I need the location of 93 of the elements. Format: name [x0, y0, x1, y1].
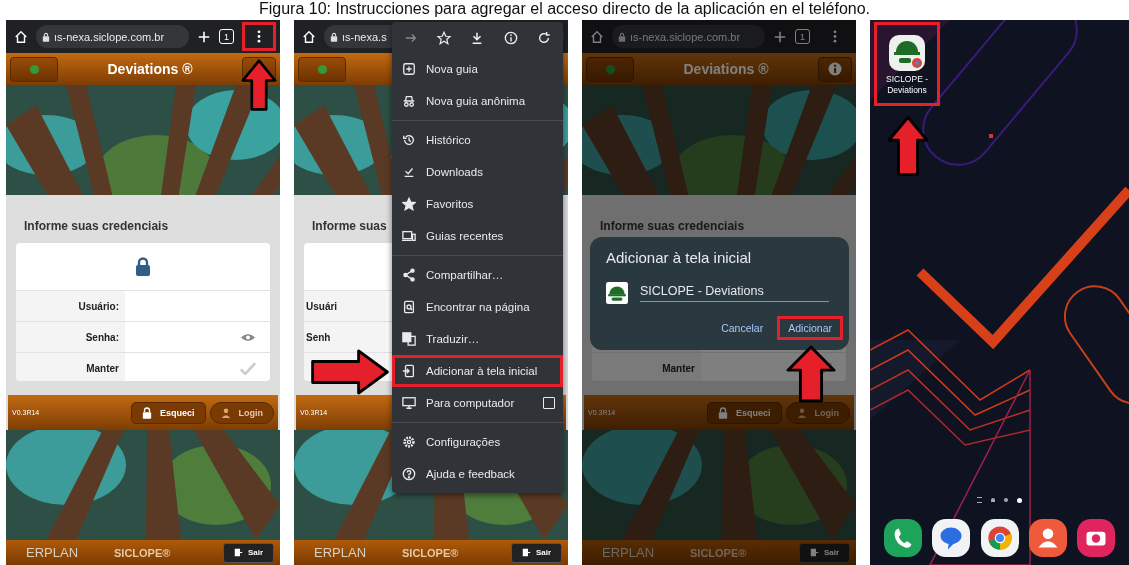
- tab-switcher-button[interactable]: 1: [219, 29, 234, 44]
- lock-icon: [618, 31, 626, 42]
- menu-item[interactable]: Downloads: [392, 156, 563, 188]
- info-icon[interactable]: [503, 30, 518, 45]
- status-dot-icon: [316, 63, 328, 75]
- desktop-icon: [402, 396, 416, 410]
- helmet-icon: [889, 35, 925, 71]
- padlock-icon: [135, 255, 151, 278]
- find-icon: [402, 300, 416, 314]
- exit-button[interactable]: Sair: [510, 542, 562, 563]
- menu-item[interactable]: Configurações: [392, 426, 563, 458]
- menu-item[interactable]: Encontrar na página: [392, 291, 563, 323]
- reload-icon[interactable]: [537, 30, 552, 45]
- checkbox[interactable]: [543, 397, 555, 409]
- incognito-icon: [402, 94, 416, 108]
- tab-switcher-button[interactable]: 1: [795, 29, 810, 44]
- eye-icon[interactable]: [240, 332, 256, 342]
- info-icon: [828, 62, 842, 76]
- exit-door-icon: [233, 548, 243, 557]
- menu-item[interactable]: Compartilhar…: [392, 259, 563, 291]
- kebab-icon: [833, 30, 837, 43]
- status-dot-icon: [28, 63, 40, 75]
- exit-button[interactable]: Sair: [222, 542, 274, 563]
- dialog-title: Adicionar à tela inicial: [606, 249, 753, 266]
- plus-icon[interactable]: [197, 29, 211, 44]
- downloads-icon: [402, 165, 416, 179]
- form-title: Informe suas credenciais: [600, 219, 746, 233]
- address-bar[interactable]: ıs-nexa.siclope.com.br: [612, 25, 765, 48]
- pointer-arrow: [887, 115, 929, 177]
- exit-door-icon: [521, 548, 531, 557]
- share-icon: [402, 268, 416, 282]
- recent-tabs-icon: [402, 229, 416, 243]
- bookmarks-icon: [402, 197, 416, 211]
- name-field[interactable]: SICLOPE - Deviations: [640, 284, 829, 302]
- lock-icon: [142, 406, 152, 419]
- exit-door-icon: [809, 548, 819, 557]
- app-title: Deviations ®: [682, 61, 770, 77]
- field-label: Manter: [662, 362, 695, 374]
- product-name: SICLOPE®: [690, 546, 748, 559]
- exit-button[interactable]: Sair: [798, 542, 850, 563]
- menu-item[interactable]: Para computador: [392, 387, 563, 419]
- field-label: Manter: [86, 362, 119, 374]
- figure-caption: Figura 10: Instrucciones para agregar el acceso directo de la aplicación en el teléfono.: [258, 0, 871, 19]
- home-icon[interactable]: [14, 29, 28, 44]
- address-bar[interactable]: ıs-nexa.siclope.com.br: [36, 25, 189, 48]
- field-label: Senha:: [85, 331, 119, 343]
- translate-icon: [402, 332, 416, 346]
- field-label: Usuário:: [78, 300, 119, 312]
- pointer-arrow: [241, 57, 277, 113]
- checkmark-icon[interactable]: [240, 361, 256, 375]
- lock-icon: [718, 406, 728, 419]
- menu-item[interactable]: Nova guia anônima: [392, 85, 563, 117]
- pointer-arrow: [786, 345, 837, 403]
- field-label: Usuári: [306, 300, 338, 312]
- help-icon: [402, 467, 416, 481]
- app-title: Deviations ®: [106, 61, 194, 77]
- menu-item[interactable]: Adicionar à tela inicial: [392, 355, 563, 387]
- menu-item[interactable]: Traduzir…: [392, 323, 563, 355]
- person-icon: [796, 406, 807, 419]
- brand-logo: ERPLAN: [602, 545, 656, 560]
- menu-item[interactable]: Ajuda e feedback: [392, 458, 563, 490]
- lock-icon: [330, 31, 338, 42]
- menu-item[interactable]: Favoritos: [392, 188, 563, 220]
- forgot-button[interactable]: Esqueci: [707, 401, 782, 424]
- lock-icon: [42, 31, 50, 42]
- settings-icon: [402, 435, 416, 449]
- helmet-icon: [606, 282, 628, 304]
- status-button[interactable]: [298, 56, 346, 82]
- field-label: Senh: [306, 331, 331, 343]
- menu-item[interactable]: Nova guia: [392, 53, 563, 85]
- menu-item[interactable]: Histórico: [392, 124, 563, 156]
- forgot-button[interactable]: Esqueci: [131, 401, 206, 424]
- page-indicator[interactable]: [977, 497, 982, 503]
- form-title: Informe suas credenciais: [24, 219, 170, 233]
- login-button[interactable]: Login: [209, 401, 274, 424]
- menu-item[interactable]: Guias recentes: [392, 220, 563, 252]
- product-name: SICLOPE®: [402, 546, 460, 559]
- page-indicator[interactable]: [1017, 497, 1022, 503]
- star-icon[interactable]: [437, 30, 452, 45]
- form-title: Informe suas: [312, 219, 388, 233]
- status-dot-icon: [604, 63, 616, 75]
- new-tab-icon: [402, 62, 416, 76]
- brand-logo: ERPLAN: [26, 545, 80, 560]
- person-icon: [220, 406, 231, 419]
- product-name: SICLOPE®: [114, 546, 172, 559]
- home-icon[interactable]: [302, 29, 316, 44]
- status-button[interactable]: [10, 56, 58, 82]
- cancel-button[interactable]: Cancelar: [711, 316, 774, 340]
- add-home-icon: [402, 364, 416, 378]
- info-button[interactable]: [818, 56, 852, 82]
- brand-logo: ERPLAN: [314, 545, 368, 560]
- kebab-icon: [257, 30, 261, 43]
- history-icon: [402, 133, 416, 147]
